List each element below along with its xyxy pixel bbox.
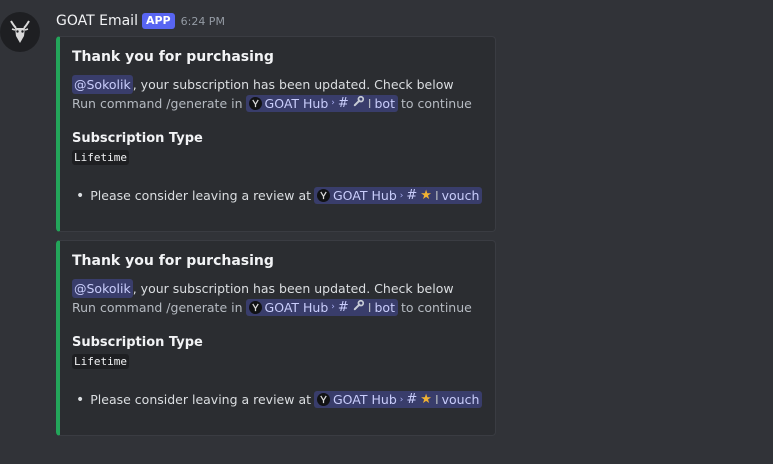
channel-separator: I <box>434 188 439 203</box>
timestamp[interactable]: 6:24 PM <box>181 15 225 28</box>
description-text: to continue <box>400 300 472 315</box>
review-text: Please consider leaving a review at <box>90 392 311 407</box>
embed-description-line-1: @Sokolik , your subscription has been up… <box>72 279 483 298</box>
avatar[interactable] <box>0 12 40 52</box>
channel-name: bot <box>374 96 395 111</box>
review-text: Please consider leaving a review at <box>90 188 311 203</box>
channel-separator: I <box>367 96 372 111</box>
field-name: Subscription Type <box>72 335 203 350</box>
server-name: GOAT Hub <box>264 300 329 315</box>
description-text: , your subscription has been updated. Ch… <box>132 77 454 92</box>
channel-link-bot[interactable]: GOAT Hub › # I bot <box>245 94 398 113</box>
description-text: Run command /generate in <box>72 96 243 111</box>
channel-name: vouch <box>441 188 480 203</box>
star-icon: ★ <box>420 392 432 407</box>
wrench-icon <box>352 94 365 113</box>
bullet-icon: • <box>76 187 85 204</box>
embed-description-line-2: Run command /generate in GOAT Hub › # I … <box>72 298 483 317</box>
description-text: to continue <box>400 96 472 111</box>
user-mention[interactable]: @Sokolik <box>72 279 133 298</box>
server-name: GOAT Hub <box>333 392 397 407</box>
channel-separator: I <box>434 392 439 407</box>
channel-link-bot[interactable]: GOAT Hub › # I bot <box>245 298 398 317</box>
server-icon <box>317 393 330 406</box>
embed-title: Thank you for purchasing <box>72 49 274 65</box>
hash-icon: # <box>337 96 349 111</box>
description-text: Run command /generate in <box>72 300 243 315</box>
channel-separator: I <box>367 300 372 315</box>
embed: Thank you for purchasing @Sokolik , your… <box>56 240 496 436</box>
hash-icon: # <box>337 300 349 315</box>
server-icon <box>248 301 262 314</box>
chevron-right-icon: › <box>399 394 404 405</box>
app-badge: APP <box>141 13 175 29</box>
chevron-right-icon: › <box>331 98 335 108</box>
embed-title: Thank you for purchasing <box>72 253 274 269</box>
goat-head-icon <box>10 20 30 43</box>
server-icon <box>317 189 330 202</box>
review-list-item: • Please consider leaving a review at GO… <box>72 391 483 408</box>
hash-icon: # <box>406 188 418 203</box>
channel-name: bot <box>374 300 395 315</box>
field-name: Subscription Type <box>72 131 203 146</box>
user-mention[interactable]: @Sokolik <box>72 75 133 94</box>
star-icon: ★ <box>420 188 432 203</box>
server-name: GOAT Hub <box>333 188 397 203</box>
description-text: , your subscription has been updated. Ch… <box>132 281 454 296</box>
embed: Thank you for purchasing @Sokolik , your… <box>56 36 496 232</box>
channel-name: vouch <box>441 392 480 407</box>
server-name: GOAT Hub <box>264 96 329 111</box>
chevron-right-icon: › <box>399 190 404 201</box>
field-value: Lifetime <box>72 150 129 165</box>
username[interactable]: GOAT Email <box>56 13 138 29</box>
embed-description-line-1: @Sokolik , your subscription has been up… <box>72 75 483 94</box>
bullet-icon: • <box>76 391 85 408</box>
review-list-item: • Please consider leaving a review at GO… <box>72 187 483 204</box>
message-header: GOAT Email APP 6:24 PM <box>56 13 225 29</box>
channel-link-vouch[interactable]: GOAT Hub › # ★ I vouch <box>314 391 483 408</box>
embed-description-line-2: Run command /generate in GOAT Hub › # I … <box>72 94 483 113</box>
server-icon <box>248 97 262 110</box>
channel-link-vouch[interactable]: GOAT Hub › # ★ I vouch <box>314 187 483 204</box>
field-value: Lifetime <box>72 354 129 369</box>
chevron-right-icon: › <box>331 302 335 312</box>
wrench-icon <box>352 298 365 317</box>
hash-icon: # <box>406 392 418 407</box>
